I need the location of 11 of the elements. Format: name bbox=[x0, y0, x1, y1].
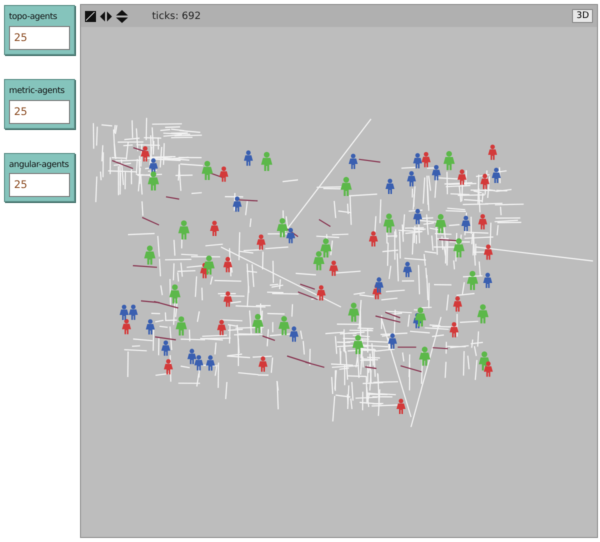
input-label: topo-agents bbox=[9, 11, 58, 24]
ticks-counter: ticks: 692 bbox=[152, 10, 201, 24]
input-label: metric-agents bbox=[9, 84, 65, 98]
diagonal-square-icon[interactable] bbox=[85, 10, 96, 22]
left-right-arrows-icon[interactable] bbox=[100, 10, 112, 22]
input-label: angular-agents bbox=[9, 158, 69, 172]
input-field[interactable]: 25 bbox=[9, 100, 70, 124]
up-down-arrows-icon[interactable] bbox=[116, 10, 128, 22]
input-field[interactable]: 25 bbox=[9, 173, 70, 198]
input-field[interactable]: 25 bbox=[9, 26, 70, 50]
3d-button[interactable]: 3D bbox=[572, 8, 593, 24]
